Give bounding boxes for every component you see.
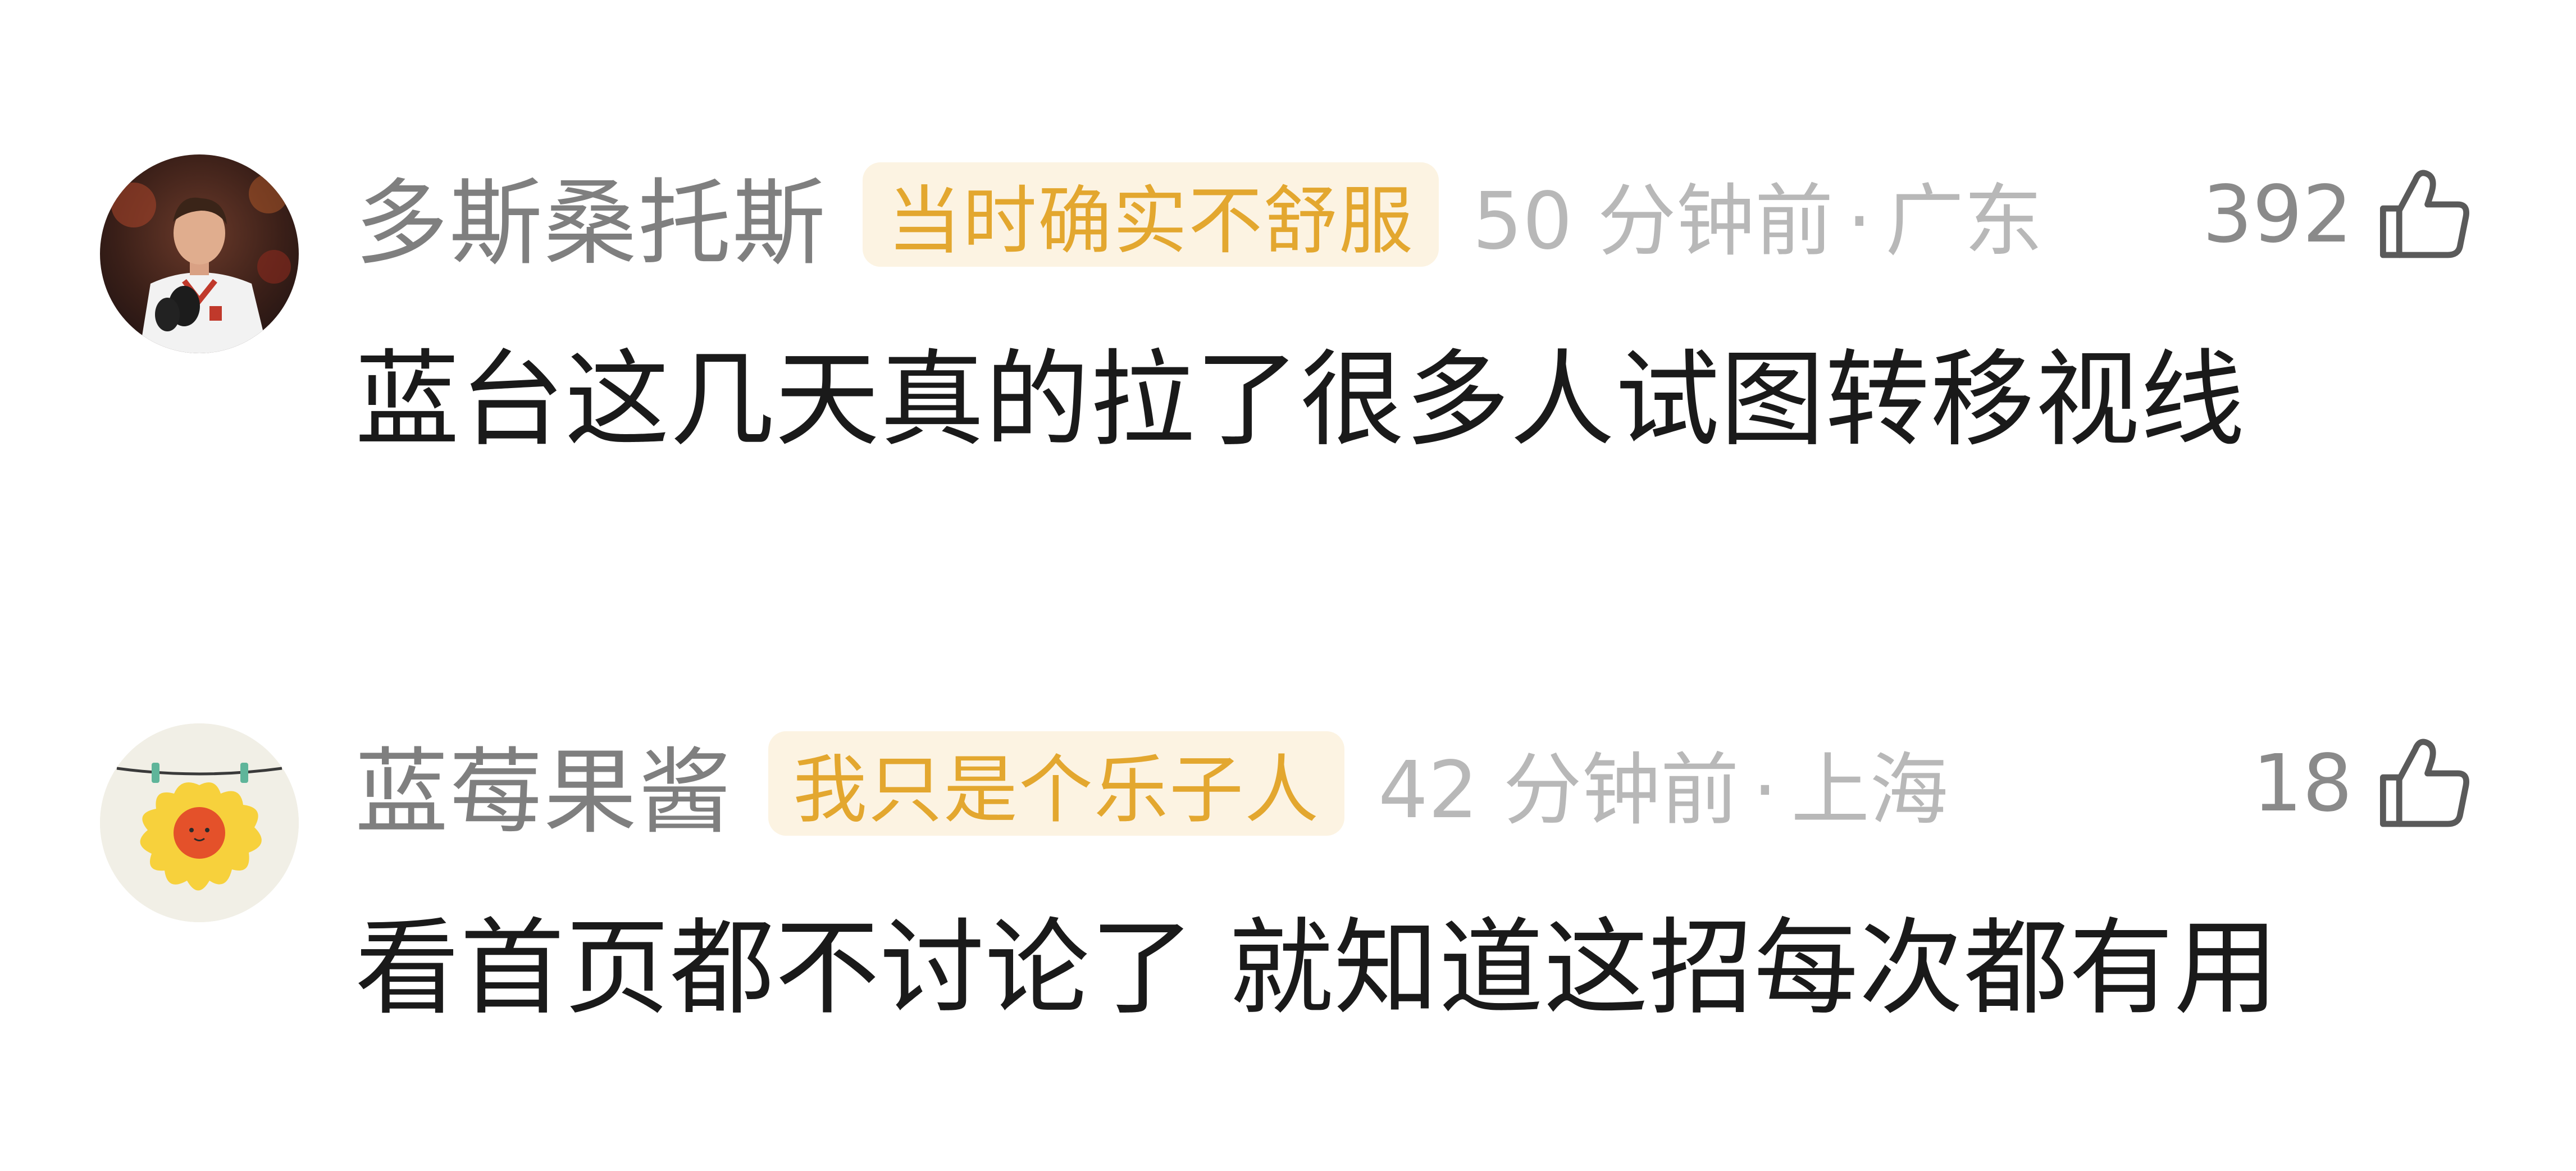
- sun-drying-avatar-icon: [100, 723, 299, 922]
- comment-time: 42 分钟前 · 上海: [1378, 727, 1948, 840]
- avatar[interactable]: [100, 723, 299, 922]
- timestamp: 42 分钟前: [1378, 745, 1739, 836]
- ip-location: 上海: [1791, 745, 1949, 836]
- separator: ·: [1752, 745, 1778, 836]
- username[interactable]: 蓝莓果酱: [355, 716, 732, 851]
- comment-item: 蓝莓果酱 我只是个乐子人 42 分钟前 · 上海 18 看首页都不讨论了 就知道这招…: [0, 0, 2576, 1171]
- comment-content[interactable]: 看首页都不讨论了 就知道这招每次都有用: [355, 883, 2279, 1035]
- thumbs-up-icon[interactable]: [2375, 733, 2476, 834]
- like-count: 18: [2252, 737, 2352, 830]
- comment-meta: 蓝莓果酱 我只是个乐子人 42 分钟前 · 上海: [355, 727, 1948, 847]
- user-badge[interactable]: 我只是个乐子人: [768, 731, 1344, 836]
- like-control[interactable]: 18: [2253, 727, 2476, 840]
